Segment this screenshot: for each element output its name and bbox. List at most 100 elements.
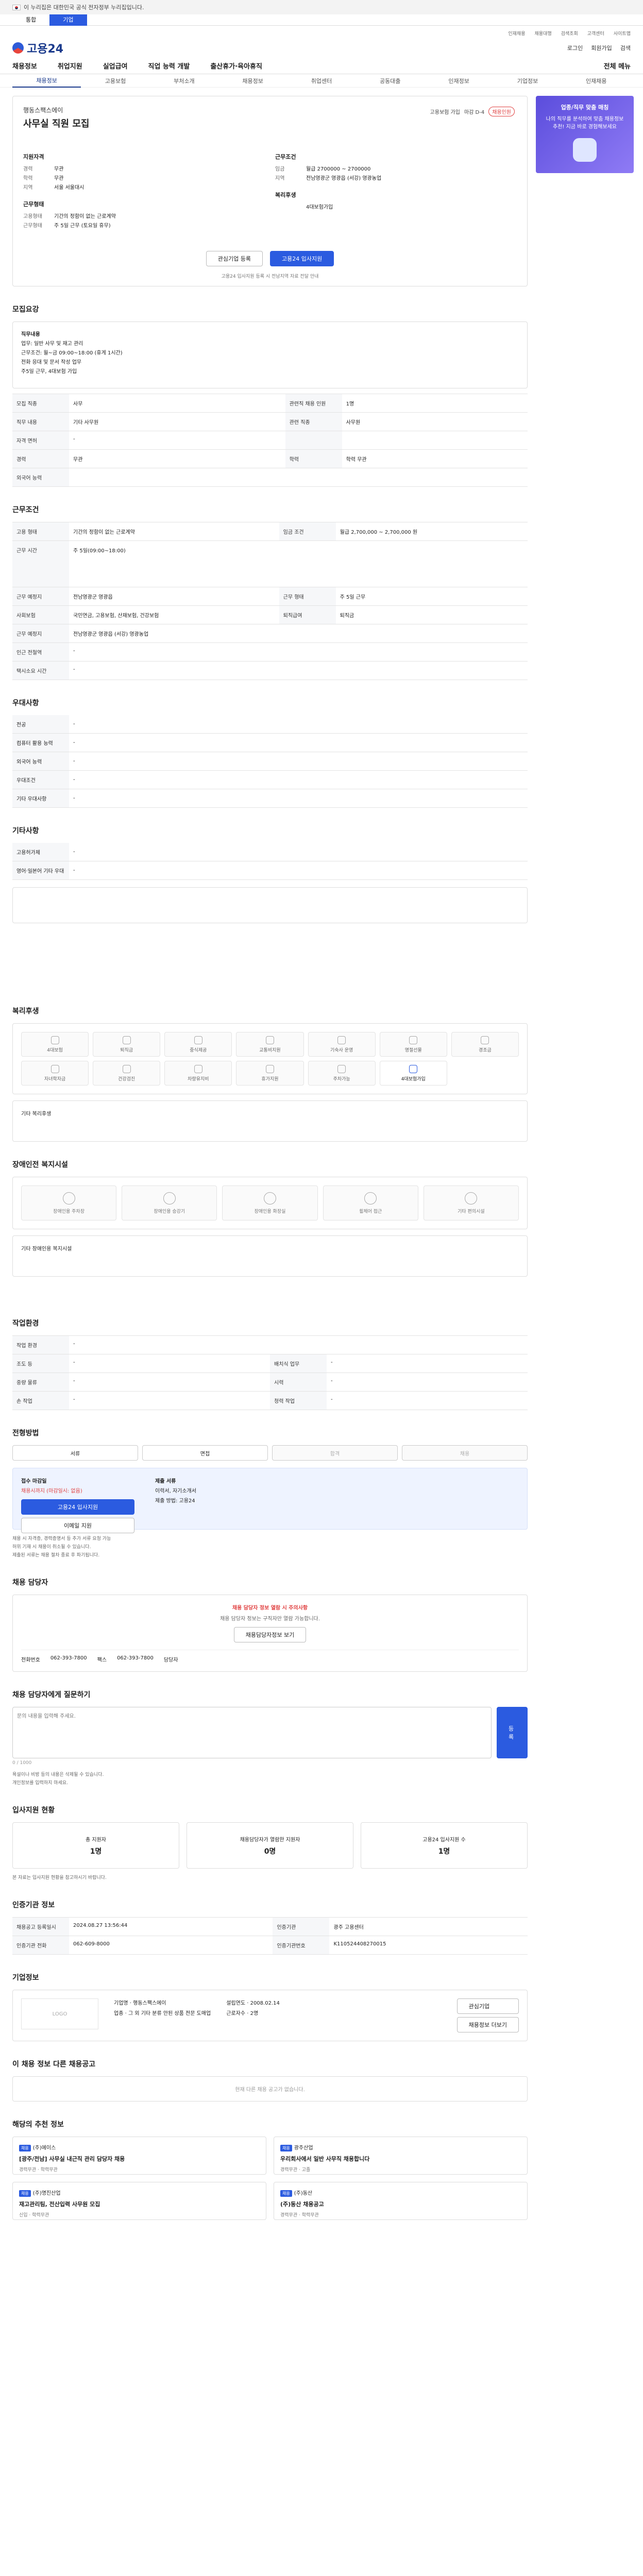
welfare-label: 중식제공 bbox=[190, 1047, 207, 1053]
cell-value: - bbox=[69, 642, 528, 662]
company-interest-button[interactable]: 관심기업 bbox=[456, 1998, 519, 2014]
job-title: 사무실 직원 모집 bbox=[23, 118, 90, 129]
manager-section: 채용 담당자 채용 담당자 정보 열람 시 주의사항 채용 담당자 정보는 구직… bbox=[12, 1577, 528, 1672]
cell-value: 주 5일 근무 bbox=[335, 587, 528, 606]
gnb-item[interactable]: 실업급여 bbox=[103, 61, 128, 71]
welfare-item: 건강검진 bbox=[93, 1061, 161, 1086]
section-title: 근무조건 bbox=[12, 506, 39, 514]
search-link[interactable]: 검색 bbox=[620, 44, 631, 52]
cell-value: K110524408270015 bbox=[329, 1936, 528, 1955]
interest-button[interactable]: 관심기업 등록 bbox=[206, 251, 263, 266]
apply-online-button[interactable]: 고용24 입사지원 bbox=[21, 1499, 134, 1515]
welfare-item: 주차가능 bbox=[308, 1061, 376, 1086]
apply-button[interactable]: 고용24 입사지원 bbox=[270, 251, 334, 266]
related-card[interactable]: 채용 광주산업 우리회사에서 일반 사무직 채용합니다 경력무관 · 고졸 bbox=[274, 2137, 528, 2175]
subnav-item[interactable]: 채용정보 bbox=[12, 74, 81, 88]
docs-method: 제출 방법: 고용24 bbox=[155, 1498, 195, 1504]
cell-key: 근무 시간 bbox=[12, 540, 69, 587]
tab-integrated[interactable]: 통합 bbox=[12, 14, 49, 26]
subnav-item[interactable]: 공동대출 bbox=[356, 77, 425, 85]
subnav-item[interactable]: 채용정보 bbox=[218, 77, 287, 85]
process-step: 채용 bbox=[402, 1445, 528, 1461]
table-row: 조도 등 - 배치식 업무 - bbox=[12, 1354, 528, 1373]
summary-grid: 지원자격 경력 무관 학력 무관 지역 서울 서울대시 근무형태 고용형태 기간의 정함… bbox=[23, 145, 517, 231]
wheelchair-icon bbox=[364, 1192, 377, 1205]
tab-enterprise[interactable]: 기업 bbox=[49, 14, 87, 26]
util-link[interactable]: 고객센터 bbox=[587, 30, 604, 37]
section-title: 작업환경 bbox=[12, 1319, 39, 1328]
question-submit-button[interactable]: 등록 bbox=[497, 1707, 528, 1758]
cell-key: 근무 예정지 bbox=[12, 587, 69, 606]
process-steps: 서류 면접 합격 채용 bbox=[12, 1445, 528, 1461]
site-logo[interactable]: 고용24 bbox=[12, 40, 63, 56]
join-link[interactable]: 회원가입 bbox=[591, 44, 612, 52]
table-row: 전공 - bbox=[12, 715, 528, 734]
apply-left: 접수 마감일 채용시까지 (마감일시: 없음) 고용24 입사지원 이메일 지원 bbox=[21, 1477, 134, 1533]
docs-value: 이력서, 자기소개서 bbox=[155, 1488, 196, 1494]
card-title: 우리회사에서 일반 사무직 채용합니다 bbox=[280, 2156, 370, 2162]
related-card[interactable]: 채용 (주)동산 (주)동산 채용공고 경력무관 · 학력무관 bbox=[274, 2182, 528, 2220]
job-summary-card: 행동스팩스에이 사무실 직원 모집 고용보험 가입 마감 D-4 채용인원 지원… bbox=[12, 96, 528, 286]
gnb-item[interactable]: 출산휴가·육아휴직 bbox=[210, 61, 262, 71]
subnav-item[interactable]: 부처소개 bbox=[150, 77, 218, 85]
table-row: 근무 예정지 전남영광군 영광읍 (서강) 영광농업 bbox=[12, 624, 528, 643]
subnav-item[interactable]: 고용보험 bbox=[81, 77, 149, 85]
section-title: 인증기관 정보 bbox=[12, 1901, 55, 1909]
subnav-item[interactable]: 기업정보 bbox=[493, 77, 562, 85]
gov-banner: 이 누리집은 대한민국 공식 전자정부 누리집입니다. bbox=[0, 0, 643, 14]
cell-key: 손 작업 bbox=[12, 1391, 69, 1410]
desc-line: 근무조건: 월~금 09:00~18:00 (휴게 1시간) bbox=[21, 350, 123, 356]
summary-actions: 관심기업 등록 고용24 입사지원 bbox=[13, 251, 527, 266]
welfare-item: 퇴직금 bbox=[93, 1032, 161, 1057]
apply-email-button[interactable]: 이메일 지원 bbox=[21, 1518, 134, 1533]
cell-key: 컴퓨터 활용 능력 bbox=[12, 733, 69, 752]
desc-line: 전화 응대 및 문서 작성 업무 bbox=[21, 360, 82, 365]
cell-key: 청력 작업 bbox=[270, 1391, 327, 1410]
card-company: 광주산업 bbox=[294, 2145, 313, 2151]
util-link[interactable]: 채용대행 bbox=[535, 30, 552, 37]
welfare-icon bbox=[122, 1036, 131, 1044]
stat-card: 총 지원자 1명 bbox=[12, 1822, 179, 1869]
disabled-grid: 장애인용 주차장 장애인용 승강기 장애인용 화장실 휠체어 접근 기타 편의시… bbox=[21, 1185, 519, 1221]
all-menu-button[interactable]: 전체 메뉴 bbox=[604, 61, 631, 71]
subnav-item[interactable]: 인재채용 bbox=[562, 77, 631, 85]
card-title: 재고관리팀, 전산입력 사무원 모집 bbox=[19, 2201, 100, 2208]
gnb-item[interactable]: 직업 능력 개발 bbox=[148, 61, 190, 71]
stat-value: 0명 bbox=[264, 1847, 276, 1856]
company-jobs-button[interactable]: 채용정보 더보기 bbox=[456, 2017, 519, 2032]
cell-key: 고용 형태 bbox=[12, 522, 69, 541]
logo-text: 고용24 bbox=[27, 43, 64, 56]
manager-info-button[interactable]: 채용담당자정보 보기 bbox=[233, 1627, 307, 1642]
gnb-item[interactable]: 취업지원 bbox=[58, 61, 82, 71]
welfare-item: 자녀학자금 bbox=[21, 1061, 89, 1086]
kv-key: 임금 bbox=[275, 166, 285, 172]
welfare-item: 교통비지원 bbox=[236, 1032, 304, 1057]
cell-key: 임금 조건 bbox=[279, 522, 336, 541]
card-tag: 채용 bbox=[280, 2145, 292, 2151]
table-row: 사회보험 국민연금, 고용보험, 산재보험, 건강보험 퇴직급여 퇴직금 bbox=[12, 605, 528, 624]
section-title: 모집요강 bbox=[12, 306, 39, 314]
question-textarea[interactable] bbox=[12, 1707, 492, 1758]
related-card[interactable]: 채용 (주)에이스 [광주/전남] 사무실 내근직 관리 담당자 채용 경력무관 · … bbox=[12, 2137, 266, 2175]
agency-table: 채용공고 등록일시 2024.08.27 13:56:44 인증기관 광주 고용센터 … bbox=[12, 1917, 528, 1955]
cell-key: 외국어 능력 bbox=[12, 468, 69, 487]
related-cards: 채용 (주)에이스 [광주/전남] 사무실 내근직 관리 담당자 채용 경력무관 · … bbox=[12, 2137, 528, 2220]
login-link[interactable]: 로그인 bbox=[567, 44, 583, 52]
subnav-item[interactable]: 인재정보 bbox=[425, 77, 493, 85]
cell-key: 기타 우대사항 bbox=[12, 789, 69, 808]
other-section: 기타사항 고용허가제 - 영어·일본어 기타 우대 - bbox=[12, 825, 528, 923]
kv-row: 지역 전남영광군 영광읍 (서강) 영광농업 bbox=[275, 174, 517, 183]
related-card[interactable]: 채용 (주)명진산업 재고관리팀, 전산입력 사무원 모집 신입 · 학력무관 bbox=[12, 2182, 266, 2220]
cell-value: 월급 2,700,000 ~ 2,700,000 원 bbox=[335, 522, 528, 541]
top-utility-bar: 인재채용 채용대행 검색조회 고객센터 사이트맵 bbox=[0, 28, 643, 38]
cell-key: 인근 전철역 bbox=[12, 642, 69, 662]
gnb-item[interactable]: 채용정보 bbox=[12, 61, 37, 71]
util-link[interactable]: 사이트맵 bbox=[614, 30, 631, 37]
cell-key: 택시소요 시간 bbox=[12, 661, 69, 680]
util-link[interactable]: 인재채용 bbox=[508, 30, 525, 37]
facility-label: 장애인용 주차장 bbox=[53, 1209, 84, 1214]
facility-item: 장애인용 화장실 bbox=[222, 1185, 318, 1221]
subnav-item[interactable]: 취업센터 bbox=[287, 77, 356, 85]
ai-match-banner[interactable]: 업종/직무 맞춤 매칭 나의 직무를 분석하여 맞춤 채용정보 추천! 지금 바… bbox=[536, 96, 634, 173]
util-link[interactable]: 검색조회 bbox=[561, 30, 578, 37]
